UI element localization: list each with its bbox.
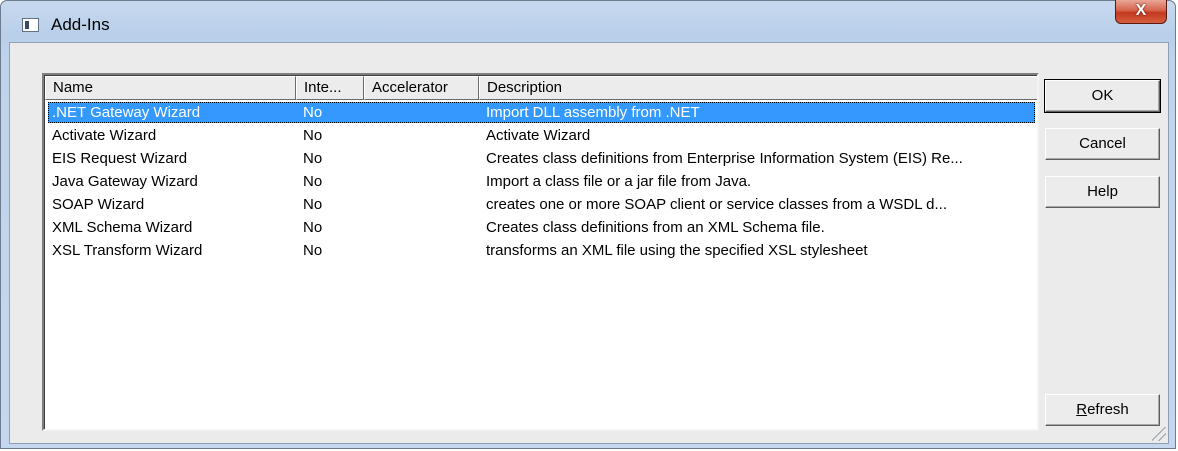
close-button[interactable]: X bbox=[1115, 0, 1167, 24]
list-row[interactable]: XSL Transform Wizard No transforms an XM… bbox=[46, 239, 1037, 262]
refresh-accelerator-key: R bbox=[1076, 401, 1088, 418]
cell-interactive: No bbox=[303, 150, 323, 167]
cell-name: Activate Wizard bbox=[52, 127, 157, 144]
list-row[interactable]: EIS Request Wizard No Creates class defi… bbox=[46, 147, 1037, 170]
cell-interactive: No bbox=[303, 173, 323, 190]
cell-name: SOAP Wizard bbox=[52, 196, 145, 213]
cell-name: Java Gateway Wizard bbox=[52, 173, 198, 190]
refresh-button-label: efresh bbox=[1087, 401, 1129, 418]
list-row[interactable]: Activate Wizard No Activate Wizard bbox=[46, 124, 1037, 147]
refresh-button[interactable]: Refresh bbox=[1045, 394, 1160, 426]
add-ins-list[interactable]: Name Inte... Accelerator Description .NE… bbox=[42, 73, 1039, 431]
column-header-accelerator[interactable]: Accelerator bbox=[364, 76, 479, 100]
list-rows: .NET Gateway Wizard No Import DLL assemb… bbox=[46, 101, 1037, 262]
list-header: Name Inte... Accelerator Description bbox=[45, 76, 1037, 100]
cell-description: Creates class definitions from Enterpris… bbox=[486, 150, 963, 167]
column-header-interactive[interactable]: Inte... bbox=[296, 76, 364, 100]
list-row[interactable]: XML Schema Wizard No Creates class defin… bbox=[46, 216, 1037, 239]
cancel-button[interactable]: Cancel bbox=[1045, 128, 1160, 160]
cell-name: EIS Request Wizard bbox=[52, 150, 188, 167]
column-header-name[interactable]: Name bbox=[45, 76, 296, 100]
cell-description: Activate Wizard bbox=[486, 127, 591, 144]
add-ins-dialog: Add-Ins X Name Inte... Accelerator Descr… bbox=[0, 0, 1176, 449]
title-bar[interactable]: Add-Ins X bbox=[1, 0, 1175, 41]
resize-grip-icon[interactable] bbox=[1152, 427, 1166, 441]
cell-interactive: No bbox=[303, 219, 323, 236]
window-app-icon bbox=[22, 18, 39, 32]
ok-button[interactable]: OK bbox=[1044, 79, 1161, 113]
cell-interactive: No bbox=[303, 242, 323, 259]
column-header-description[interactable]: Description bbox=[479, 76, 1037, 100]
cell-description: Creates class definitions from an XML Sc… bbox=[486, 219, 825, 236]
cell-name: XML Schema Wizard bbox=[52, 219, 193, 236]
cell-name: .NET Gateway Wizard bbox=[52, 104, 201, 121]
cell-interactive: No bbox=[303, 127, 323, 144]
cell-description: creates one or more SOAP client or servi… bbox=[486, 196, 948, 213]
close-icon: X bbox=[1135, 2, 1147, 19]
list-row[interactable]: SOAP Wizard No creates one or more SOAP … bbox=[46, 193, 1037, 216]
cell-description: Import DLL assembly from .NET bbox=[486, 104, 700, 121]
cell-name: XSL Transform Wizard bbox=[52, 242, 203, 259]
list-row[interactable]: Java Gateway Wizard No Import a class fi… bbox=[46, 170, 1037, 193]
window-title: Add-Ins bbox=[51, 15, 110, 34]
list-row[interactable]: .NET Gateway Wizard No Import DLL assemb… bbox=[46, 101, 1037, 124]
cell-description: Import a class file or a jar file from J… bbox=[486, 173, 752, 190]
cell-description: transforms an XML file using the specifi… bbox=[486, 242, 868, 259]
help-button[interactable]: Help bbox=[1045, 176, 1160, 208]
cell-interactive: No bbox=[303, 104, 323, 121]
dialog-body: Name Inte... Accelerator Description .NE… bbox=[9, 42, 1169, 444]
cell-interactive: No bbox=[303, 196, 323, 213]
